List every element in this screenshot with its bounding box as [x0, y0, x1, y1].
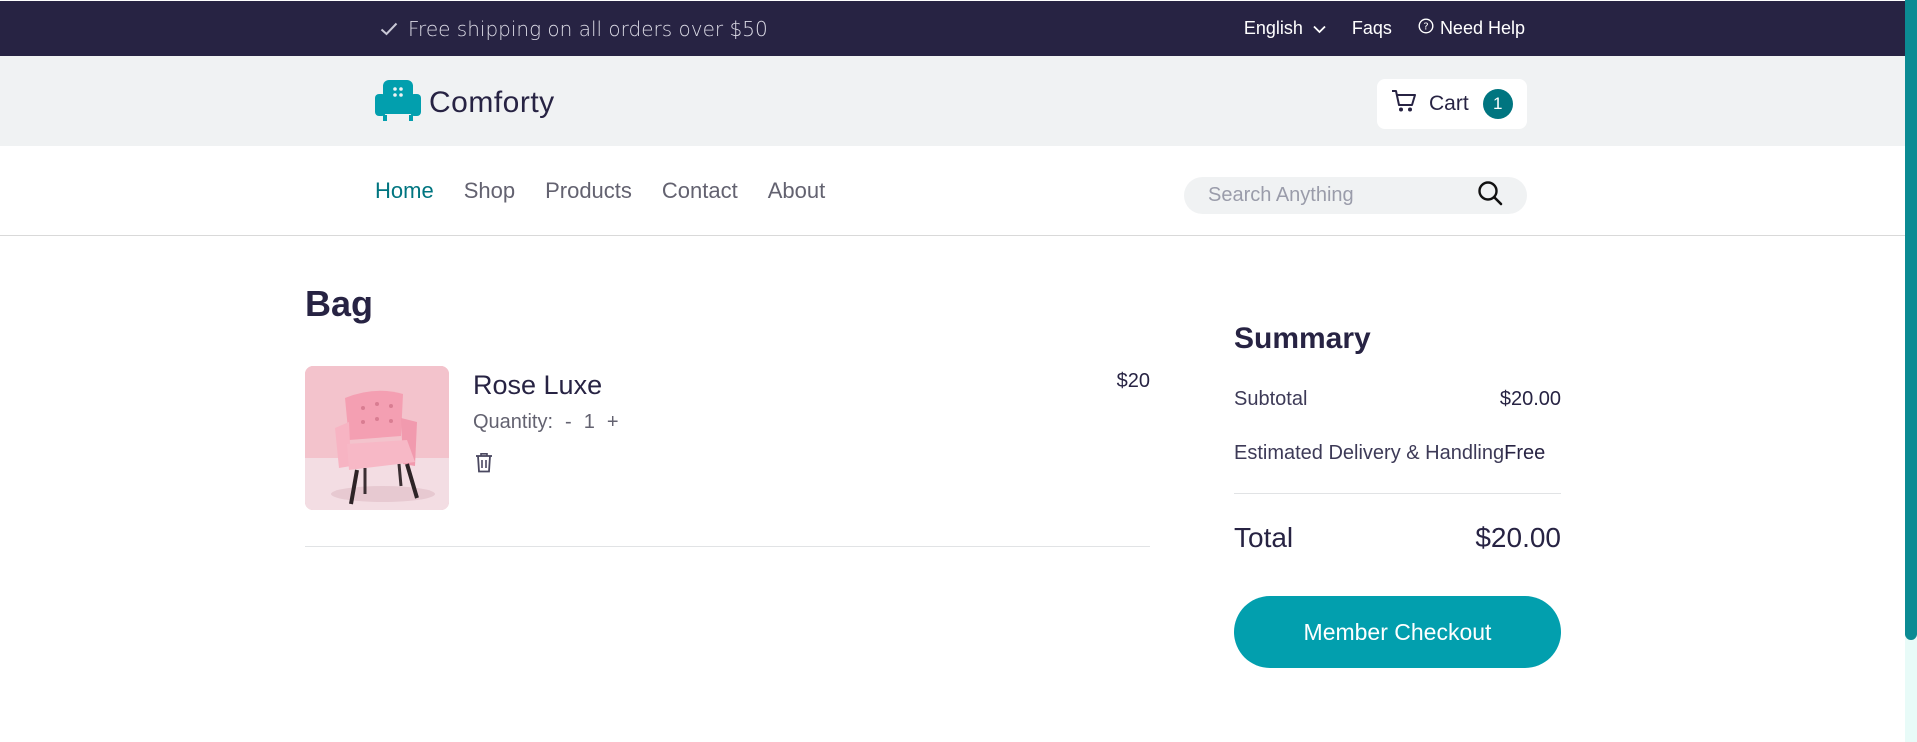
top-bar-links: English Faqs ? Need Help [1244, 1, 1525, 56]
search-bar [1184, 177, 1527, 214]
nav-item-products[interactable]: Products [545, 178, 632, 204]
nav-links: Home Shop Products Contact About [375, 146, 825, 236]
main-navigation: Home Shop Products Contact About [0, 146, 1905, 236]
quantity-value: 1 [583, 411, 595, 433]
trash-icon[interactable] [475, 452, 493, 478]
search-icon[interactable] [1477, 180, 1503, 211]
product-name[interactable]: Rose Luxe [473, 370, 602, 401]
cart-label: Cart [1429, 92, 1469, 115]
delivery-row: Estimated Delivery & Handling Free [1234, 442, 1561, 465]
subtotal-label: Subtotal [1234, 388, 1308, 410]
faqs-link[interactable]: Faqs [1352, 18, 1392, 39]
summary-title: Summary [1234, 322, 1371, 355]
cart-icon [1391, 89, 1417, 119]
product-image-rose-luxe[interactable] [305, 366, 449, 510]
quantity-label: Quantity: [473, 411, 554, 433]
need-help-link[interactable]: ? Need Help [1418, 18, 1525, 39]
product-price: $20 [1116, 370, 1150, 392]
delivery-label: Estimated Delivery & Handling [1234, 442, 1505, 464]
nav-item-about[interactable]: About [768, 178, 826, 204]
need-help-label: Need Help [1439, 18, 1525, 38]
total-label: Total [1234, 522, 1294, 553]
total-row: Total $20.00 [1234, 522, 1561, 554]
language-label: English [1243, 18, 1303, 38]
site-header: Comforty Cart 1 [0, 56, 1905, 146]
increase-quantity-button[interactable]: + [607, 411, 619, 434]
delivery-value: Free [1504, 442, 1546, 464]
cart-count-badge: 1 [1482, 89, 1513, 119]
svg-text:?: ? [1423, 22, 1428, 33]
scrollbar-thumb[interactable] [1905, 0, 1917, 640]
member-checkout-button[interactable]: Member Checkout [1234, 596, 1561, 668]
bag-divider [305, 546, 1150, 547]
chevron-down-icon [1313, 18, 1326, 39]
shipping-notice: Free shipping on all orders over $50 [380, 1, 768, 56]
subtotal-value: $20.00 [1499, 388, 1561, 410]
shipping-text: Free shipping on all orders over $50 [408, 16, 768, 41]
subtotal-row: Subtotal $20.00 [1234, 388, 1561, 411]
language-selector[interactable]: English [1244, 18, 1326, 39]
decrease-quantity-button[interactable]: - [565, 411, 572, 434]
top-bar: Free shipping on all orders over $50 Eng… [0, 1, 1905, 56]
total-value: $20.00 [1475, 522, 1561, 553]
help-icon: ? [1418, 18, 1434, 39]
search-input[interactable] [1208, 184, 1468, 207]
nav-item-contact[interactable]: Contact [662, 178, 738, 204]
summary-divider [1234, 493, 1561, 494]
brand-logo[interactable]: Comforty [375, 78, 555, 127]
page: Free shipping on all orders over $50 Eng… [0, 0, 1917, 742]
bag-title: Bag [305, 283, 374, 324]
nav-item-home[interactable]: Home [375, 178, 434, 204]
brand-name: Comforty [429, 85, 555, 119]
check-icon [380, 17, 398, 41]
cart-button[interactable]: Cart 1 [1377, 79, 1527, 129]
armchair-logo-icon [375, 78, 421, 127]
nav-item-shop[interactable]: Shop [464, 178, 515, 204]
quantity-control: Quantity: - 1 + [473, 411, 619, 434]
